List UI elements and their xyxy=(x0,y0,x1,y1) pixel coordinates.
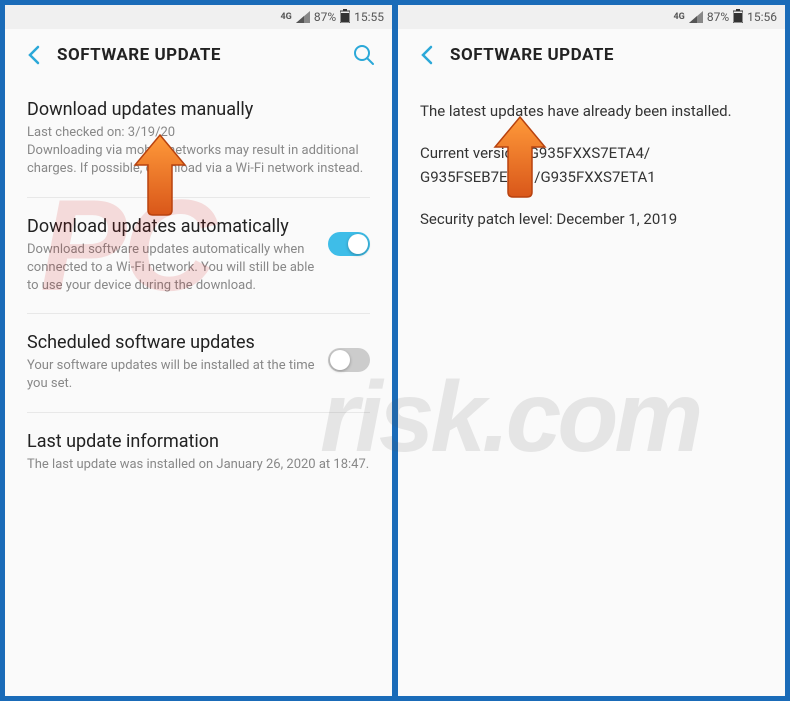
back-icon[interactable] xyxy=(21,43,45,67)
status-message: The latest updates have already been ins… xyxy=(420,99,763,123)
item-desc: The last update was installed on January… xyxy=(27,456,370,474)
status-bar: 4G 87% 15:55 xyxy=(5,5,392,29)
item-title: Download updates manually xyxy=(27,99,370,120)
current-version: Current version: G935FXXS7ETA4/ G935FSEB… xyxy=(420,141,763,189)
app-header: SOFTWARE UPDATE xyxy=(5,29,392,81)
item-title: Scheduled software updates xyxy=(27,332,316,353)
item-desc: Download software updates automatically … xyxy=(27,241,316,296)
status-bar: 4G 87% 15:56 xyxy=(398,5,785,29)
item-desc: Last checked on: 3/19/20 Downloading via… xyxy=(27,124,370,179)
phone-screen-right: 4G 87% 15:56 SOFTWARE UPDATE The latest … xyxy=(398,5,785,696)
battery-icon xyxy=(733,9,743,26)
scheduled-updates-item[interactable]: Scheduled software updates Your software… xyxy=(27,314,370,412)
auto-update-toggle[interactable] xyxy=(328,232,370,256)
app-header: SOFTWARE UPDATE xyxy=(398,29,785,81)
download-manually-item[interactable]: Download updates manually Last checked o… xyxy=(27,81,370,198)
update-status-info: The latest updates have already been ins… xyxy=(398,81,785,696)
download-auto-item[interactable]: Download updates automatically Download … xyxy=(27,198,370,315)
page-title: SOFTWARE UPDATE xyxy=(57,45,352,65)
clock-text: 15:55 xyxy=(354,10,384,24)
battery-text: 87% xyxy=(314,10,336,24)
phone-screen-left: 4G 87% 15:55 SOFTWARE UPDATE Download up… xyxy=(5,5,392,696)
item-desc: Your software updates will be installed … xyxy=(27,357,316,393)
clock-text: 15:56 xyxy=(747,10,777,24)
item-title: Download updates automatically xyxy=(27,216,316,237)
back-icon[interactable] xyxy=(414,43,438,67)
security-patch: Security patch level: December 1, 2019 xyxy=(420,207,763,231)
signal-icon xyxy=(296,11,310,23)
search-icon[interactable] xyxy=(352,43,376,67)
signal-icon xyxy=(689,11,703,23)
scheduled-toggle[interactable] xyxy=(328,348,370,372)
battery-icon xyxy=(340,9,350,26)
network-icon: 4G xyxy=(281,12,292,22)
settings-list: Download updates manually Last checked o… xyxy=(5,81,392,696)
page-title: SOFTWARE UPDATE xyxy=(450,45,769,65)
network-icon: 4G xyxy=(674,12,685,22)
last-update-info-item[interactable]: Last update information The last update … xyxy=(27,413,370,492)
item-title: Last update information xyxy=(27,431,370,452)
battery-text: 87% xyxy=(707,10,729,24)
